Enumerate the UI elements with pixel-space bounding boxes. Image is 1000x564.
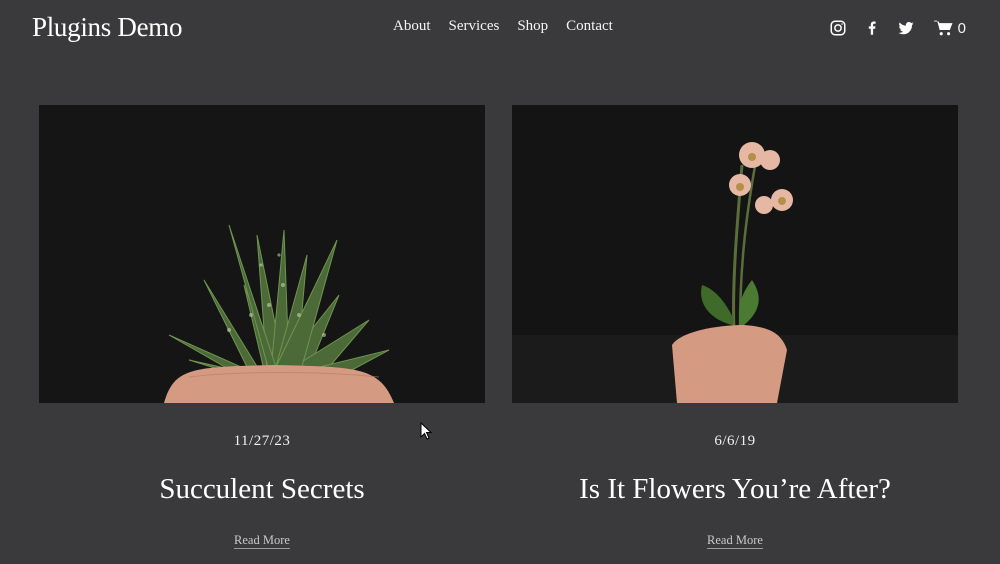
post-title[interactable]: Succulent Secrets [39,473,485,506]
main-nav: About Services Shop Contact [393,18,613,35]
read-more-link[interactable]: Read More [707,533,763,549]
succulent-image [39,105,485,403]
nav-services[interactable]: Services [449,18,500,35]
twitter-icon[interactable] [897,19,915,37]
cart-icon [933,19,955,37]
nav-about[interactable]: About [393,18,431,35]
orchid-image [512,105,958,403]
facebook-icon[interactable] [863,19,881,37]
post-title-text[interactable]: Succulent Secrets [159,473,364,505]
read-more: Read More [512,533,958,549]
post-thumbnail[interactable] [39,105,485,403]
instagram-icon[interactable] [829,19,847,37]
nav-contact[interactable]: Contact [566,18,613,35]
post-date: 6/6/19 [714,433,756,449]
post-title[interactable]: Is It Flowers You’re After? [512,473,958,506]
read-more: Read More [39,533,485,549]
blog-post-card: 11/27/23 Succulent Secrets Read More [39,105,485,549]
nav-shop[interactable]: Shop [517,18,548,35]
read-more-link[interactable]: Read More [234,533,290,549]
header-actions: 0 [813,19,966,37]
post-title-text[interactable]: Is It Flowers You’re After? [579,473,891,505]
cart-button[interactable]: 0 [933,19,966,37]
post-date: 11/27/23 [233,433,291,449]
blog-post-card: 6/6/19 Is It Flowers You’re After? Read … [512,105,958,549]
post-thumbnail[interactable] [512,105,958,403]
cart-count: 0 [957,19,966,37]
site-title[interactable]: Plugins Demo [32,12,182,43]
mouse-cursor-icon [420,422,432,440]
